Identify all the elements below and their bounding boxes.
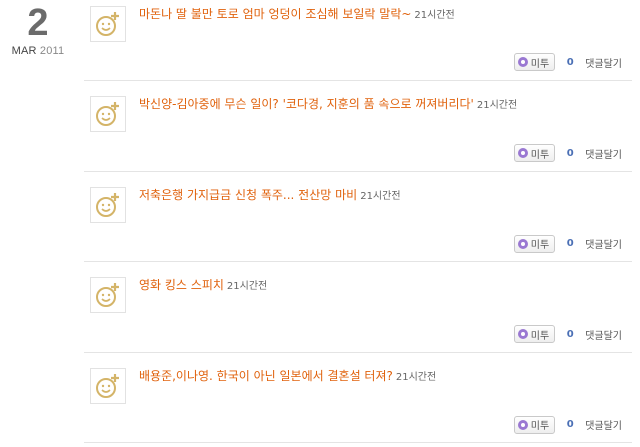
post-date: 2 MAR 2011	[0, 0, 76, 57]
me2-label: 미투	[530, 330, 550, 342]
date-month-year: MAR 2011	[0, 45, 76, 57]
me2-button[interactable]: 미투	[513, 234, 556, 253]
date-day: 2	[27, 2, 49, 44]
post-item: 영화 킹스 스피치 21시간전 미투 0 댓글달기	[84, 262, 632, 353]
reply-link[interactable]: 댓글달기	[585, 417, 622, 432]
smiley-plus-icon[interactable]	[90, 6, 126, 42]
smiley-plus-icon[interactable]	[90, 186, 126, 223]
me2day-bubble-icon	[517, 419, 528, 430]
date-month: MAR	[11, 45, 37, 57]
me2-button[interactable]: 미투	[513, 53, 556, 71]
me2-label: 미투	[530, 58, 550, 70]
post-title-link[interactable]: 저축은행 가지급금 신청 폭주... 전산망 마비	[139, 188, 357, 202]
reply-link[interactable]: 댓글달기	[585, 327, 622, 342]
post-title: 박신양-김아중에 무슨 일이? '코다경, 지훈의 품 속으로 꺼져버리다' 21…	[139, 96, 517, 114]
me2-button[interactable]: 미투	[513, 144, 556, 162]
reply-link[interactable]: 댓글달기	[585, 146, 622, 161]
reply-link[interactable]: 댓글달기	[585, 236, 622, 251]
post-title: 영화 킹스 스피치 21시간전	[139, 277, 267, 295]
post-title: 저축은행 가지급금 신청 폭주... 전산망 마비 21시간전	[139, 187, 401, 205]
post-item: 배용준,이나영. 한국이 아닌 일본에서 결혼설 터져? 21시간전 미투 0 댓…	[84, 353, 632, 443]
me2-button[interactable]: 미투	[513, 325, 556, 343]
post-title-link[interactable]: 마돈나 딸 불만 토로 엄마 엉덩이 조심해 보일락 말락~	[139, 7, 411, 21]
smiley-plus-icon[interactable]	[90, 96, 126, 132]
post-actions: 미투 0 댓글달기	[513, 144, 632, 162]
post-item: 저축은행 가지급금 신청 폭주... 전산망 마비 21시간전 미투 0 댓글달기	[84, 172, 632, 262]
me2-button[interactable]: 미투	[513, 415, 556, 434]
smiley-plus-icon[interactable]	[90, 367, 126, 404]
me2-label: 미투	[530, 240, 550, 251]
me2day-bubble-icon	[517, 329, 528, 339]
post-time: 21시간전	[414, 10, 455, 21]
post-actions: 미투 0 댓글달기	[513, 415, 632, 434]
reply-link[interactable]: 댓글달기	[585, 55, 622, 70]
post-time: 21시간전	[395, 371, 437, 383]
me2-count: 0	[566, 56, 574, 68]
me2-count: 0	[566, 147, 574, 159]
me2day-bubble-icon	[517, 238, 528, 249]
post-title-link[interactable]: 박신양-김아중에 무슨 일이? '코다경, 지훈의 품 속으로 꺼져버리다'	[139, 97, 474, 111]
date-year: 2011	[39, 45, 65, 57]
post-item: 마돈나 딸 불만 토로 엄마 엉덩이 조심해 보일락 말락~ 21시간전 미투 0…	[84, 0, 632, 81]
post-title: 마돈나 딸 불만 토로 엄마 엉덩이 조심해 보일락 말락~ 21시간전	[139, 6, 455, 24]
post-title-link[interactable]: 영화 킹스 스피치	[139, 278, 224, 292]
post-time: 21시간전	[226, 281, 268, 292]
post-title-link[interactable]: 배용준,이나영. 한국이 아닌 일본에서 결혼설 터져?	[139, 369, 393, 383]
smiley-plus-icon[interactable]	[90, 277, 126, 313]
me2-count: 0	[566, 328, 574, 340]
post-feed: 마돈나 딸 불만 토로 엄마 엉덩이 조심해 보일락 말락~ 21시간전 미투 0…	[84, 0, 632, 443]
me2-label: 미투	[530, 421, 550, 432]
post-actions: 미투 0 댓글달기	[513, 234, 632, 253]
post-time: 21시간전	[360, 190, 401, 202]
me2-label: 미투	[530, 149, 550, 161]
post-title: 배용준,이나영. 한국이 아닌 일본에서 결혼설 터져? 21시간전	[139, 368, 436, 386]
post-item: 박신양-김아중에 무슨 일이? '코다경, 지훈의 품 속으로 꺼져버리다' 21…	[84, 81, 632, 172]
post-actions: 미투 0 댓글달기	[513, 53, 632, 71]
post-actions: 미투 0 댓글달기	[513, 325, 632, 343]
me2day-bubble-icon	[517, 148, 528, 158]
me2-count: 0	[566, 238, 574, 249]
me2-count: 0	[566, 419, 574, 430]
me2day-bubble-icon	[517, 57, 528, 67]
post-time: 21시간전	[476, 100, 518, 111]
